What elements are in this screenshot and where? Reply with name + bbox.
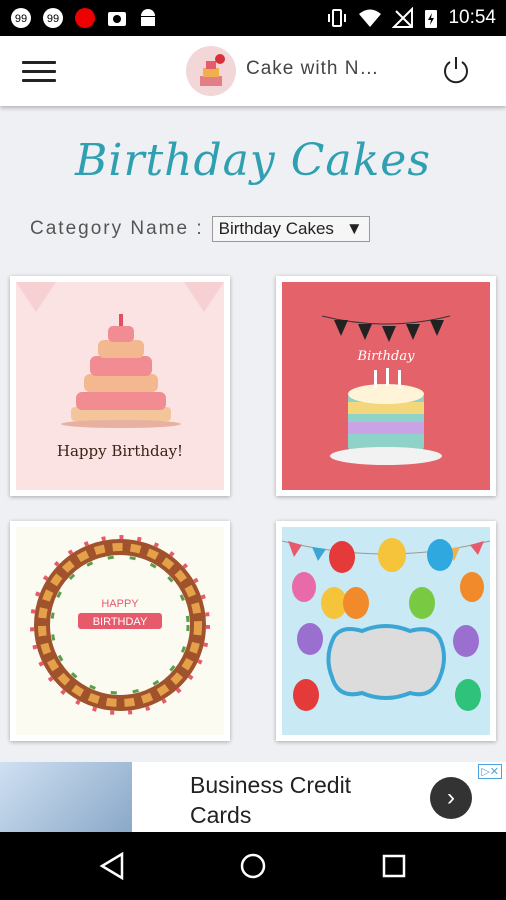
ad-choices-badge[interactable]: ▷✕ [478,764,502,779]
record-icon [75,8,95,28]
photo-icon [108,12,126,26]
ad-banner[interactable]: Business Credit Cards › ▷✕ [0,762,506,832]
hamburger-menu-button[interactable] [22,56,56,86]
cake-card-4[interactable] [276,521,496,741]
category-value: Birthday Cakes [218,219,334,238]
category-row: Category Name : Birthday Cakes ▼ [30,216,370,242]
svg-text:99: 99 [15,13,27,25]
no-signal-icon [392,7,414,28]
power-button[interactable] [440,54,472,86]
cake-image-2: Birthday [282,282,490,490]
navigation-bar [0,832,506,900]
svg-text:99: 99 [47,13,59,25]
dropdown-arrow-icon: ▼ [345,219,363,238]
messenger-icon: 99 [11,8,31,28]
power-icon [444,57,468,84]
ad-headline: Business Credit Cards [190,772,352,828]
card-2-text: Birthday [357,349,416,364]
back-icon[interactable] [98,852,126,880]
card-3-sub: BIRTHDAY [93,616,148,628]
app-logo [186,46,236,96]
app-title: Cake with N… [246,58,380,79]
page-title: Birthday Cakes [75,135,431,186]
ad-next-button[interactable]: › [430,777,472,819]
recents-icon[interactable] [381,853,407,879]
ad-image [0,762,132,832]
category-label: Category Name : [30,218,204,239]
vibrate-icon [328,9,347,27]
android-icon [141,9,155,26]
chevron-right-icon: › [447,784,455,811]
home-icon[interactable] [239,852,267,880]
clock: 10:54 [448,7,496,28]
status-bar: 99 99 10:54 [0,0,506,36]
app-bar: Cake with N… [0,36,506,106]
card-3-text: HAPPY [101,598,139,610]
cake-image-4 [282,527,490,735]
battery-charging-icon [425,10,438,28]
category-dropdown[interactable]: Birthday Cakes ▼ [211,216,370,242]
cake-image-1: Happy Birthday! [16,282,224,490]
cake-image-3: HAPPY BIRTHDAY [16,527,224,735]
cake-card-2[interactable]: Birthday [276,276,496,496]
messenger-icon: 99 [43,8,63,28]
card-1-text: Happy Birthday! [57,442,183,460]
wifi-icon [359,9,382,27]
cake-card-3[interactable]: HAPPY BIRTHDAY [10,521,230,741]
cake-card-1[interactable]: Happy Birthday! [10,276,230,496]
